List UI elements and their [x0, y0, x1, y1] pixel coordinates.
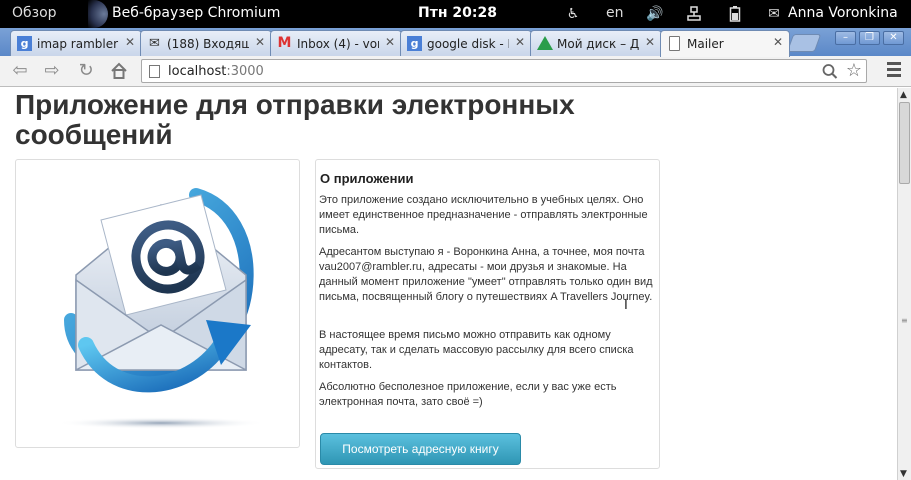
home-icon — [111, 62, 127, 79]
email-illustration-card — [15, 159, 300, 448]
about-paragraph: Адресантом выступаю я - Воронкина Анна, … — [319, 246, 653, 303]
url-host: localhost — [168, 64, 227, 79]
tab-title: Мой диск – Д — [557, 37, 639, 51]
tab-gmail-inbox[interactable]: M Inbox (4) - vor ✕ — [270, 30, 402, 56]
page-title: Приложение для отправки электронных сооб… — [15, 89, 575, 150]
email-envelope-icon — [56, 188, 266, 429]
tab-google-disk[interactable]: g google disk - I ✕ — [400, 30, 532, 56]
user-menu[interactable]: Anna Voronkina — [788, 5, 898, 21]
volume-icon[interactable]: 🔊 — [646, 6, 663, 22]
back-button[interactable]: ⇦ — [8, 60, 32, 82]
close-icon[interactable]: ✕ — [125, 35, 135, 49]
search-icon[interactable] — [822, 62, 838, 84]
text-cursor-icon: I — [624, 298, 628, 313]
bookmark-star-icon[interactable]: ☆ — [846, 60, 862, 81]
tab-strip: g imap rambler - ✕ ✉ (188) Входящ ✕ M In… — [0, 28, 911, 57]
url-port: :3000 — [226, 64, 264, 79]
close-window-button[interactable]: ✕ — [883, 31, 904, 45]
keyboard-layout[interactable]: en — [606, 5, 624, 21]
google-icon: g — [17, 36, 32, 51]
app-menu-glow — [88, 0, 108, 28]
drive-icon — [537, 36, 553, 50]
scroll-grip-icon: ≡ — [901, 316, 908, 325]
scroll-up-arrow-icon[interactable]: ▲ — [900, 90, 907, 100]
accessibility-icon[interactable]: ♿ — [565, 6, 581, 22]
tab-my-drive[interactable]: Мой диск – Д ✕ — [530, 30, 662, 56]
system-top-bar: Обзор Веб-браузер Chromium Птн 20:28 ♿ e… — [0, 0, 911, 28]
address-bar[interactable]: localhost:3000 ☆ — [141, 59, 867, 83]
about-panel: О приложении Это приложение создано искл… — [315, 159, 660, 469]
home-button[interactable] — [107, 60, 131, 82]
close-icon[interactable]: ✕ — [385, 35, 395, 49]
scroll-down-arrow-icon[interactable]: ▼ — [900, 469, 907, 479]
forward-button[interactable]: ⇨ — [40, 60, 64, 82]
page-icon — [149, 65, 160, 78]
browser-toolbar: ⇦ ⇨ ↻ localhost:3000 ☆ — [0, 56, 911, 87]
app-menu[interactable]: Веб-браузер Chromium — [112, 5, 280, 21]
about-paragraph: Это приложение создано исключительно в у… — [319, 194, 648, 236]
network-icon[interactable] — [686, 6, 702, 22]
new-tab-button[interactable] — [786, 34, 822, 52]
chrome-menu-button[interactable] — [887, 62, 901, 80]
envelope-icon: ✉ — [149, 36, 160, 51]
tab-title: Inbox (4) - vor — [297, 37, 379, 51]
clock[interactable]: Птн 20:28 — [418, 5, 497, 21]
close-icon[interactable]: ✕ — [773, 35, 783, 49]
close-icon[interactable]: ✕ — [515, 35, 525, 49]
close-icon[interactable]: ✕ — [645, 35, 655, 49]
page-icon — [669, 36, 680, 51]
vertical-scrollbar[interactable]: ▲ ≡ ▼ — [897, 88, 911, 480]
tab-title: (188) Входящ — [167, 37, 249, 51]
scrollbar-thumb[interactable] — [899, 102, 910, 184]
google-icon: g — [407, 36, 422, 51]
activities-button[interactable]: Обзор — [12, 5, 57, 21]
tab-rambler-inbox[interactable]: ✉ (188) Входящ ✕ — [140, 30, 272, 56]
tab-title: google disk - I — [427, 37, 509, 51]
view-address-book-button[interactable]: Посмотреть адресную книгу — [320, 433, 521, 465]
tab-mailer[interactable]: Mailer ✕ — [660, 30, 790, 57]
tab-imap-rambler[interactable]: g imap rambler - ✕ — [10, 30, 142, 56]
about-heading: О приложении — [320, 171, 414, 186]
reload-button[interactable]: ↻ — [74, 60, 98, 82]
page-viewport: Приложение для отправки электронных сооб… — [0, 88, 897, 480]
about-paragraph: В настоящее время письмо можно отправить… — [319, 329, 634, 371]
tab-title: imap rambler - — [37, 37, 119, 51]
gmail-icon: M — [277, 35, 292, 51]
url-text[interactable]: localhost:3000 — [168, 64, 264, 79]
battery-icon[interactable] — [727, 6, 743, 22]
maximize-button[interactable]: ❐ — [859, 31, 880, 45]
tab-title: Mailer — [687, 37, 724, 51]
minimize-button[interactable]: – — [835, 31, 856, 45]
mail-icon[interactable]: ✉ — [766, 6, 782, 22]
about-paragraph: Абсолютно бесполезное приложение, если у… — [319, 381, 617, 408]
close-icon[interactable]: ✕ — [255, 35, 265, 49]
